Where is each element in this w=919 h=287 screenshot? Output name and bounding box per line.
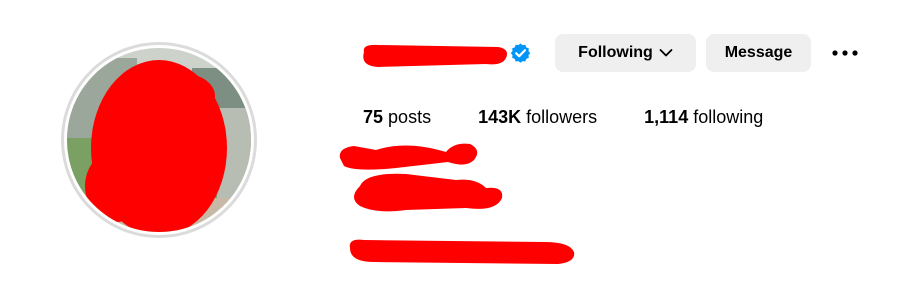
- more-horizontal-icon[interactable]: [830, 38, 860, 68]
- following-button-label: Following: [578, 44, 653, 61]
- profile-actions: Following Message: [555, 34, 860, 72]
- message-button-label: Message: [724, 44, 793, 61]
- following-count: 1,114: [644, 107, 689, 127]
- verified-badge-icon: [510, 43, 531, 63]
- message-button[interactable]: Message: [706, 34, 811, 72]
- followers-stat[interactable]: 143K followers: [478, 107, 597, 128]
- posts-count: 75: [363, 107, 384, 127]
- followers-count: 143K: [478, 107, 522, 127]
- following-button[interactable]: Following: [555, 34, 696, 72]
- bio-link-redaction: [349, 239, 575, 264]
- posts-label: posts: [388, 107, 432, 127]
- avatar[interactable]: [67, 48, 251, 232]
- profile-stats: 75 posts 143K followers 1,114 following: [363, 107, 810, 128]
- following-stat[interactable]: 1,114 following: [644, 107, 763, 128]
- posts-stat: 75 posts: [363, 107, 431, 128]
- chevron-down-icon: [659, 48, 673, 58]
- following-label: following: [693, 107, 764, 127]
- followers-label: followers: [526, 107, 598, 127]
- bio-text-redaction: [354, 173, 503, 212]
- username-redaction: [363, 44, 507, 67]
